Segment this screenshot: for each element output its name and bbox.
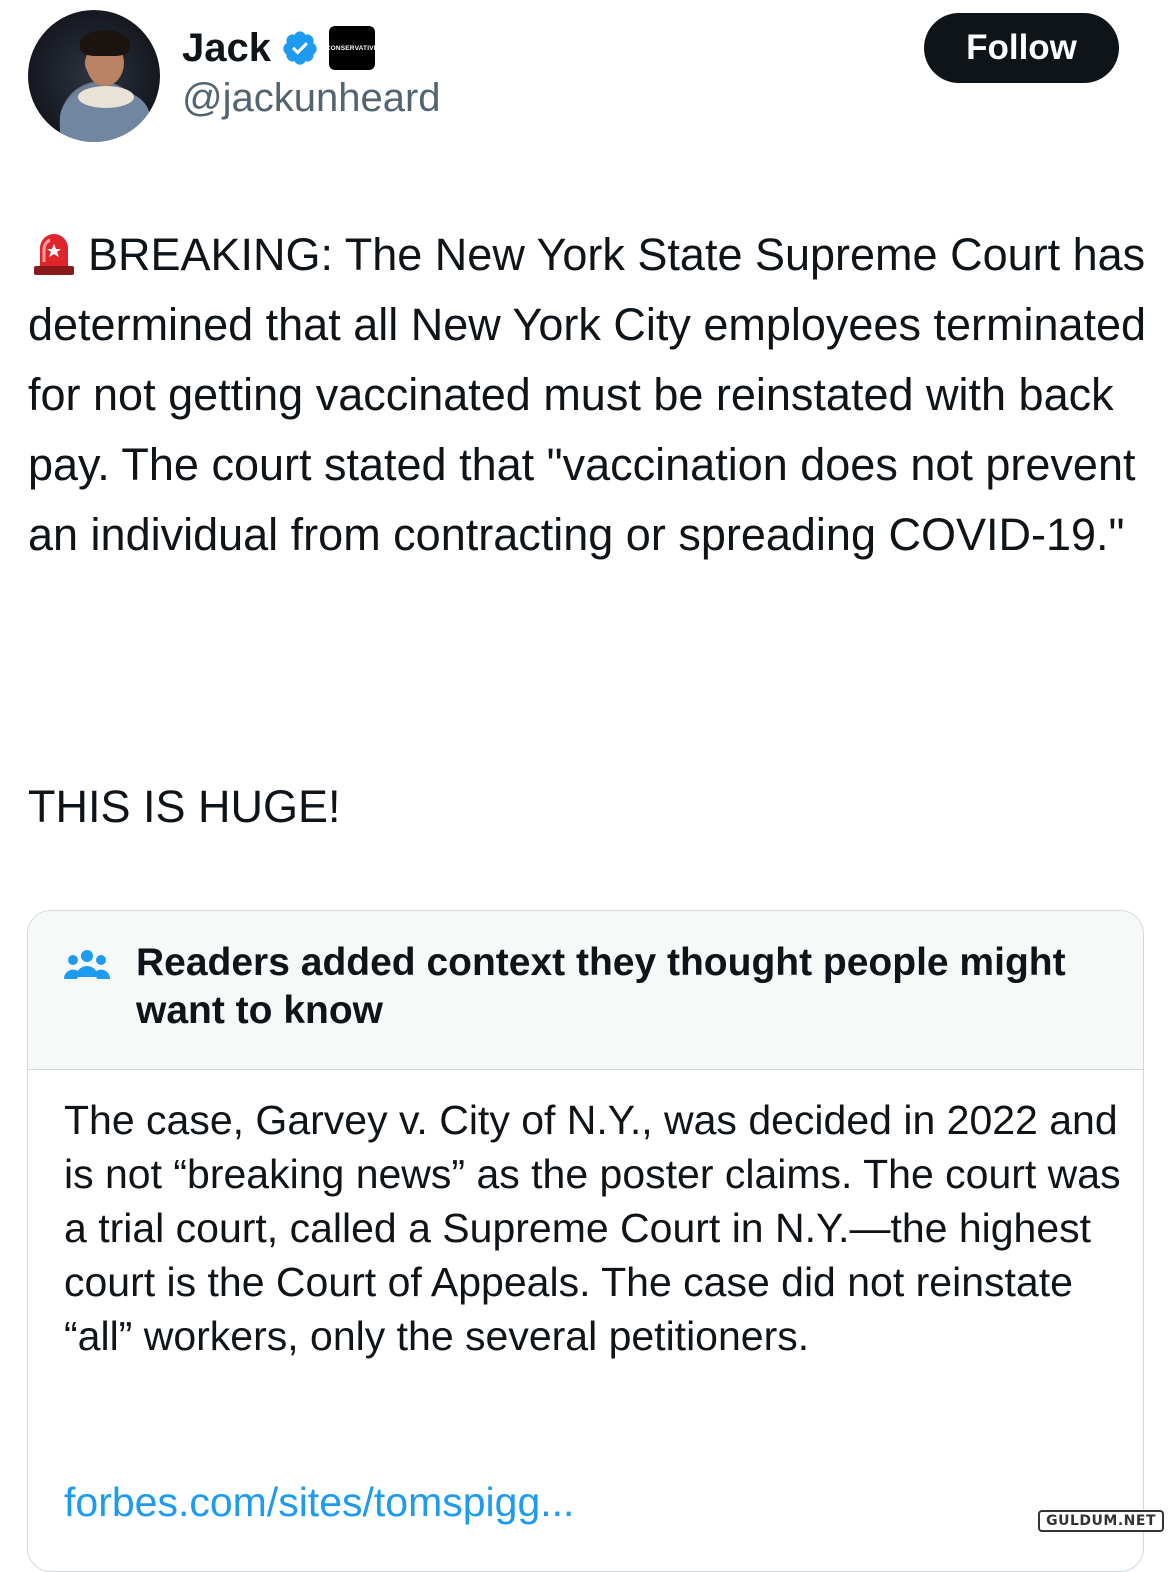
avatar-collar: [78, 86, 134, 108]
author-avatar[interactable]: [28, 10, 160, 142]
avatar-hair: [80, 30, 130, 56]
community-note-source-link[interactable]: forbes.com/sites/tomspigg...: [64, 1475, 574, 1529]
tweet-body: BREAKING: The New York State Supreme Cou…: [28, 229, 1159, 560]
tweet-tagline: THIS IS HUGE!: [28, 781, 341, 832]
affiliate-badge[interactable]: CONSERVATIVE: [326, 26, 378, 70]
people-icon: [64, 950, 110, 979]
author-handle[interactable]: @jackunheard: [182, 76, 441, 121]
author-name-row: Jack CONSERVATIVE: [182, 22, 378, 74]
community-note-body: The case, Garvey v. City of N.Y., was de…: [64, 1097, 1121, 1359]
follow-button[interactable]: Follow: [924, 13, 1119, 83]
site-watermark: GULDUM.NET: [1038, 1510, 1164, 1532]
tweet-text: BREAKING: The New York State Supreme Cou…: [28, 220, 1148, 570]
community-note-card[interactable]: Readers added context they thought peopl…: [27, 910, 1144, 1572]
community-note-title: Readers added context they thought peopl…: [136, 941, 1066, 1032]
community-note-header: Readers added context they thought peopl…: [28, 911, 1143, 1070]
author-display-name[interactable]: Jack: [182, 26, 271, 71]
verified-badge-icon: [283, 31, 317, 65]
siren-emoji-icon: [34, 234, 74, 275]
